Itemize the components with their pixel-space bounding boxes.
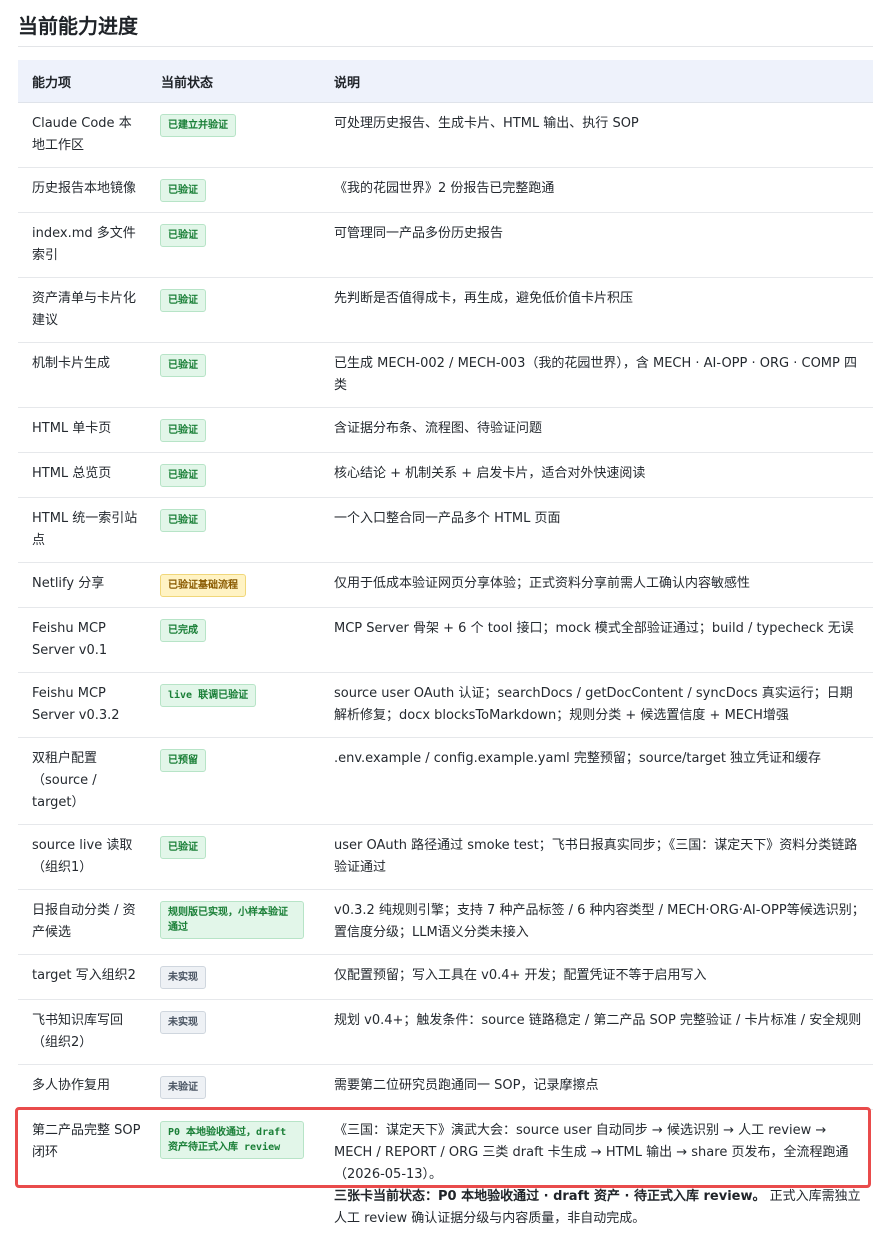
status-badge: 已验证 (160, 836, 206, 859)
header-status: 当前状态 (150, 60, 321, 103)
status-cell: 未实现 (150, 955, 321, 1000)
status-badge: 已验证 (160, 464, 206, 487)
capability-name: Claude Code 本地工作区 (18, 103, 150, 168)
description: MCP Server 骨架 + 6 个 tool 接口；mock 模式全部验证通… (321, 608, 873, 673)
page: 当前能力进度 能力项 当前状态 说明 Claude Code 本地工作区已建立并… (0, 0, 890, 1190)
status-badge: 未实现 (160, 1011, 206, 1034)
capability-name: Netlify 分享 (18, 563, 150, 608)
description: 可管理同一产品多份历史报告 (321, 213, 873, 278)
capability-name: 多人协作复用 (18, 1065, 150, 1110)
table-row: Netlify 分享已验证基础流程 仅用于低成本验证网页分享体验；正式资料分享前需… (18, 563, 873, 608)
table-row: Feishu MCP Server v0.1 已完成 MCP Server 骨架 +… (18, 608, 873, 673)
table-row: HTML 单卡页已验证 含证据分布条、流程图、待验证问题 (18, 408, 873, 453)
status-badge: 已验证 (160, 509, 206, 532)
description: 仅用于低成本验证网页分享体验；正式资料分享前需人工确认内容敏感性 (321, 563, 873, 608)
capability-name: 双租户配置（source / target） (18, 738, 150, 825)
table-row: HTML 统一索引站点已验证 一个入口整合同一产品多个 HTML 页面 (18, 498, 873, 563)
capability-name: 第二产品完整 SOP 闭环 (18, 1110, 150, 1240)
status-cell: 已验证 (150, 343, 321, 408)
table-row: index.md 多文件索引已验证 可管理同一产品多份历史报告 (18, 213, 873, 278)
description: 可处理历史报告、生成卡片、HTML 输出、执行 SOP (321, 103, 873, 168)
status-cell: 已验证 (150, 498, 321, 563)
description: 先判断是否值得成卡，再生成，避免低价值卡片积压 (321, 278, 873, 343)
description-main: 《三国：谋定天下》演武大会：source user 自动同步 → 候选识别 → … (334, 1123, 848, 1182)
status-cell: 已预留 (150, 738, 321, 825)
table-row-highlighted: 第二产品完整 SOP 闭环 P0 本地验收通过，draft 资产待正式入库 rev… (18, 1110, 873, 1240)
table-row: target 写入组织2 未实现 仅配置预留；写入工具在 v0.4+ 开发；配置凭证… (18, 955, 873, 1000)
status-badge: 已建立并验证 (160, 114, 236, 137)
table-row: Claude Code 本地工作区已建立并验证 可处理历史报告、生成卡片、HTML… (18, 103, 873, 168)
description: 仅配置预留；写入工具在 v0.4+ 开发；配置凭证不等于启用写入 (321, 955, 873, 1000)
table-row: HTML 总览页已验证 核心结论 + 机制关系 + 启发卡片，适合对外快速阅读 (18, 453, 873, 498)
status-badge: 未验证 (160, 1076, 206, 1099)
header-item: 能力项 (18, 60, 150, 103)
status-cell: 已完成 (150, 608, 321, 673)
capability-table: 能力项 当前状态 说明 Claude Code 本地工作区已建立并验证 可处理历史… (18, 60, 873, 1240)
status-cell: 规则版已实现，小样本验证通过 (150, 890, 321, 955)
capability-name: HTML 总览页 (18, 453, 150, 498)
table-row: 双租户配置（source / target） 已预留 .env.example / … (18, 738, 873, 825)
status-badge: 已验证基础流程 (160, 574, 246, 597)
capability-name: 资产清单与卡片化建议 (18, 278, 150, 343)
status-badge: 已预留 (160, 749, 206, 772)
table-row: 资产清单与卡片化建议已验证 先判断是否值得成卡，再生成，避免低价值卡片积压 (18, 278, 873, 343)
status-cell: 已验证 (150, 825, 321, 890)
table-row: 飞书知识库写回（组织2） 未实现 规划 v0.4+；触发条件：source 链路稳定… (18, 1000, 873, 1065)
capability-name: index.md 多文件索引 (18, 213, 150, 278)
description: 含证据分布条、流程图、待验证问题 (321, 408, 873, 453)
status-cell: 已建立并验证 (150, 103, 321, 168)
description: 已生成 MECH-002 / MECH-003（我的花园世界），含 MECH ·… (321, 343, 873, 408)
page-title: 当前能力进度 (18, 0, 873, 47)
capability-name: source live 读取（组织1） (18, 825, 150, 890)
description: 《三国：谋定天下》演武大会：source user 自动同步 → 候选识别 → … (321, 1110, 873, 1240)
description: 规划 v0.4+；触发条件：source 链路稳定 / 第二产品 SOP 完整验… (321, 1000, 873, 1065)
table-row: 日报自动分类 / 资产候选规则版已实现，小样本验证通过 v0.3.2 纯规则引擎；… (18, 890, 873, 955)
description: 需要第二位研究员跑通同一 SOP，记录摩擦点 (321, 1065, 873, 1110)
status-cell: 已验证 (150, 168, 321, 213)
status-cell: 已验证 (150, 213, 321, 278)
status-cell: live 联调已验证 (150, 673, 321, 738)
table-row: Feishu MCP Server v0.3.2 live 联调已验证 source… (18, 673, 873, 738)
capability-name: 日报自动分类 / 资产候选 (18, 890, 150, 955)
capability-name: Feishu MCP Server v0.1 (18, 608, 150, 673)
description: user OAuth 路径通过 smoke test；飞书日报真实同步；《三国：… (321, 825, 873, 890)
header-desc: 说明 (321, 60, 873, 103)
description: .env.example / config.example.yaml 完整预留；… (321, 738, 873, 825)
description-bold: 三张卡当前状态：P0 本地验收通过 · draft 资产 · 待正式入库 rev… (334, 1189, 765, 1204)
capability-name: Feishu MCP Server v0.3.2 (18, 673, 150, 738)
status-badge: 已完成 (160, 619, 206, 642)
status-cell: 已验证 (150, 278, 321, 343)
description: 核心结论 + 机制关系 + 启发卡片，适合对外快速阅读 (321, 453, 873, 498)
table-row: source live 读取（组织1） 已验证 user OAuth 路径通过 sm… (18, 825, 873, 890)
capability-name: 机制卡片生成 (18, 343, 150, 408)
table-row: 历史报告本地镜像已验证 《我的花园世界》2 份报告已完整跑通 (18, 168, 873, 213)
capability-name: 历史报告本地镜像 (18, 168, 150, 213)
capability-name: 飞书知识库写回（组织2） (18, 1000, 150, 1065)
capability-name: target 写入组织2 (18, 955, 150, 1000)
status-badge: 已验证 (160, 179, 206, 202)
table-row: 多人协作复用未验证 需要第二位研究员跑通同一 SOP，记录摩擦点 (18, 1065, 873, 1110)
status-badge: 已验证 (160, 224, 206, 247)
status-badge: live 联调已验证 (160, 684, 256, 707)
status-cell: 未实现 (150, 1000, 321, 1065)
status-badge: 已验证 (160, 354, 206, 377)
status-cell: 已验证基础流程 (150, 563, 321, 608)
status-cell: P0 本地验收通过，draft 资产待正式入库 review (150, 1110, 321, 1240)
status-badge: 已验证 (160, 289, 206, 312)
capability-name: HTML 单卡页 (18, 408, 150, 453)
table-row: 机制卡片生成已验证 已生成 MECH-002 / MECH-003（我的花园世界）… (18, 343, 873, 408)
capability-name: HTML 统一索引站点 (18, 498, 150, 563)
description: v0.3.2 纯规则引擎；支持 7 种产品标签 / 6 种内容类型 / MECH… (321, 890, 873, 955)
status-cell: 已验证 (150, 408, 321, 453)
status-cell: 未验证 (150, 1065, 321, 1110)
status-cell: 已验证 (150, 453, 321, 498)
status-badge: 已验证 (160, 419, 206, 442)
status-badge: 规则版已实现，小样本验证通过 (160, 901, 304, 939)
status-badge: P0 本地验收通过，draft 资产待正式入库 review (160, 1121, 304, 1159)
description: source user OAuth 认证；searchDocs / getDoc… (321, 673, 873, 738)
status-badge: 未实现 (160, 966, 206, 989)
description: 《我的花园世界》2 份报告已完整跑通 (321, 168, 873, 213)
table-header-row: 能力项 当前状态 说明 (18, 60, 873, 103)
description: 一个入口整合同一产品多个 HTML 页面 (321, 498, 873, 563)
